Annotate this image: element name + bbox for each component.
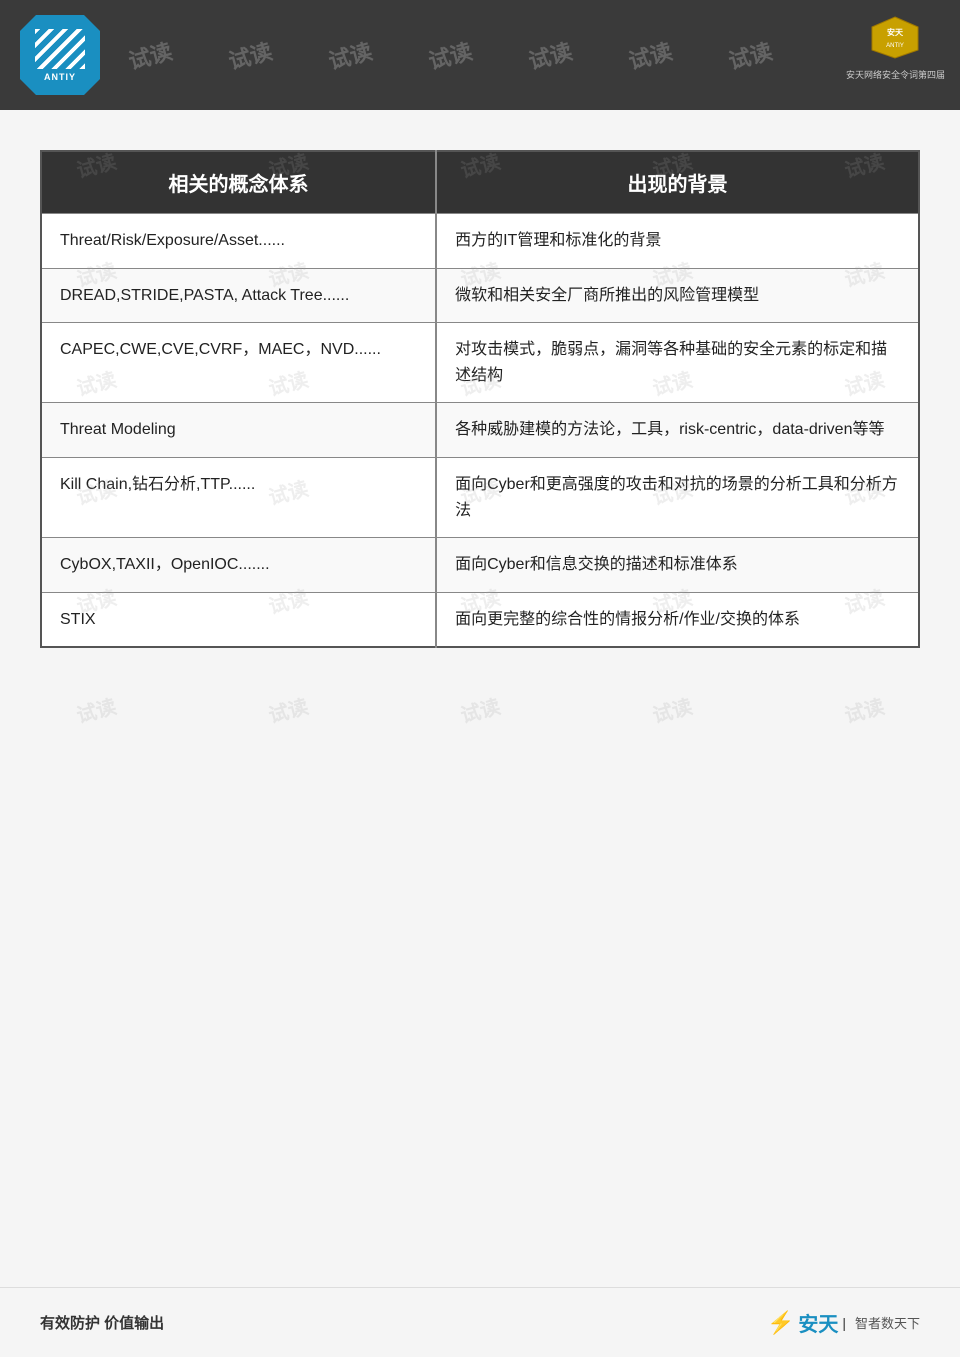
table-cell-concept: Threat Modeling	[41, 403, 436, 458]
logo-stripes	[35, 29, 85, 69]
wm-h4: 试读	[425, 34, 476, 76]
wm-h2: 试读	[225, 34, 276, 76]
logo: ANTIY	[20, 15, 100, 95]
wm-h3: 试读	[325, 34, 376, 76]
table-row: Threat/Risk/Exposure/Asset......西方的IT管理和…	[41, 214, 919, 269]
table-cell-concept: Threat/Risk/Exposure/Asset......	[41, 214, 436, 269]
wm-h6: 试读	[625, 34, 676, 76]
table-row: STIX面向更完整的综合性的情报分析/作业/交换的体系	[41, 592, 919, 647]
footer-logo-area: ⚡ 安天 | 智者数天下	[767, 1308, 920, 1337]
wm-h1: 试读	[125, 34, 176, 76]
table-row: Threat Modeling各种威胁建模的方法论，工具，risk-centri…	[41, 403, 919, 458]
table-cell-concept: CybOX,TAXII，OpenIOC.......	[41, 538, 436, 593]
lightning-icon: ⚡	[767, 1310, 794, 1336]
footer: 有效防护 价值输出 ⚡ 安天 | 智者数天下	[0, 1287, 960, 1357]
main-content: 相关的概念体系 出现的背景 Threat/Risk/Exposure/Asset…	[0, 110, 960, 1310]
col-header-concepts: 相关的概念体系	[41, 151, 436, 214]
footer-tagline: 有效防护 价值输出	[40, 1312, 164, 1333]
svg-text:ANTIY: ANTIY	[886, 43, 904, 49]
table-cell-concept: DREAD,STRIDE,PASTA, Attack Tree......	[41, 268, 436, 323]
table-header-row: 相关的概念体系 出现的背景	[41, 151, 919, 214]
svg-text:安天: 安天	[887, 27, 904, 37]
wm-h5: 试读	[525, 34, 576, 76]
table-row: CybOX,TAXII，OpenIOC.......面向Cyber和信息交换的描…	[41, 538, 919, 593]
concept-table: 相关的概念体系 出现的背景 Threat/Risk/Exposure/Asset…	[40, 150, 920, 648]
antiy-brand-icon: 安天 ANTIY	[868, 15, 923, 60]
footer-logo-subtitle: 智者数天下	[855, 1313, 920, 1332]
table-cell-background: 对攻击模式，脆弱点，漏洞等各种基础的安全元素的标定和描述结构	[436, 323, 919, 403]
table-cell-background: 西方的IT管理和标准化的背景	[436, 214, 919, 269]
col-header-background: 出现的背景	[436, 151, 919, 214]
table-cell-concept: STIX	[41, 592, 436, 647]
footer-logo-text: 安天	[798, 1308, 838, 1337]
table-row: Kill Chain,钻石分析,TTP......面向Cyber和更高强度的攻击…	[41, 457, 919, 537]
table-cell-background: 微软和相关安全厂商所推出的风险管理模型	[436, 268, 919, 323]
header-right: 安天 ANTIY 安天网络安全令词第四届	[846, 10, 945, 81]
header: ANTIY 试读 试读 试读 试读 试读 试读 试读 安天 ANTIY 安天网络…	[0, 0, 960, 110]
table-cell-background: 面向更完整的综合性的情报分析/作业/交换的体系	[436, 592, 919, 647]
wm-h7: 试读	[725, 34, 776, 76]
table-row: DREAD,STRIDE,PASTA, Attack Tree......微软和…	[41, 268, 919, 323]
table-cell-concept: Kill Chain,钻石分析,TTP......	[41, 457, 436, 537]
table-row: CAPEC,CWE,CVE,CVRF，MAEC，NVD......对攻击模式，脆…	[41, 323, 919, 403]
table-cell-background: 各种威胁建模的方法论，工具，risk-centric，data-driven等等	[436, 403, 919, 458]
header-right-logo: 安天 ANTIY	[863, 10, 928, 65]
logo-text: ANTIY	[44, 72, 76, 82]
table-cell-concept: CAPEC,CWE,CVE,CVRF，MAEC，NVD......	[41, 323, 436, 403]
table-cell-background: 面向Cyber和更高强度的攻击和对抗的场景的分析工具和分析方法	[436, 457, 919, 537]
table-cell-background: 面向Cyber和信息交换的描述和标准体系	[436, 538, 919, 593]
header-watermarks: 试读 试读 试读 试读 试读 试读 试读	[0, 0, 960, 110]
header-subtitle: 安天网络安全令词第四届	[846, 68, 945, 81]
